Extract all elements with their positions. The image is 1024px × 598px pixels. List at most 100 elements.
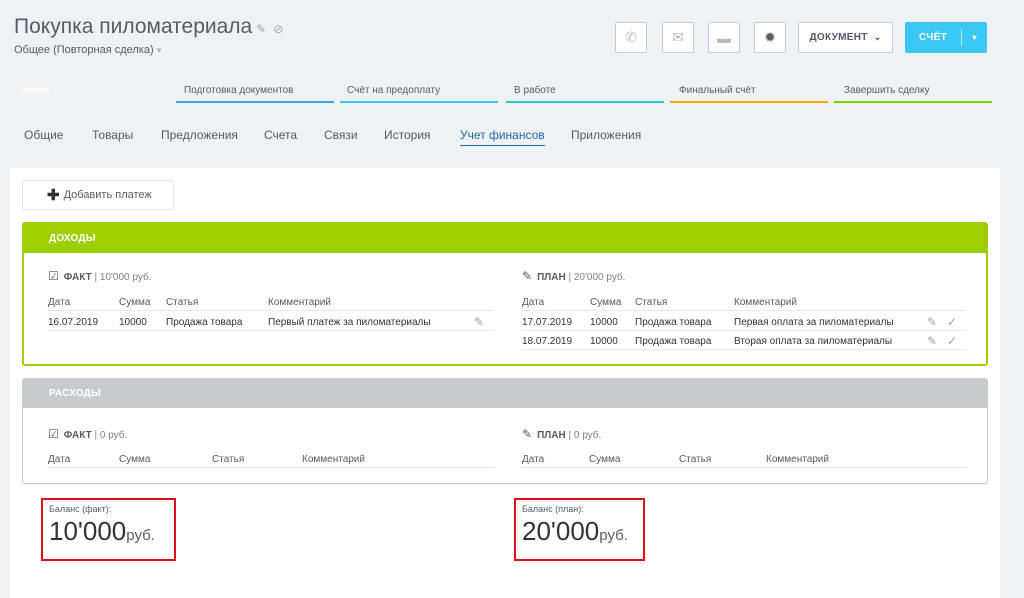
column-header: Дата — [522, 297, 545, 308]
phone-icon: ✆ — [625, 29, 637, 45]
title-actions: ✎ ⊘ — [256, 22, 283, 36]
check-icon[interactable]: ✓ — [947, 315, 957, 329]
table-cell: 10000 — [590, 336, 618, 347]
divider — [522, 349, 966, 350]
balance-plan: Баланс (план): 20'000руб. — [514, 498, 645, 561]
column-header: Комментарий — [268, 297, 331, 308]
expense-title: РАСХОДЫ — [23, 379, 987, 408]
column-header: Дата — [48, 297, 71, 308]
balance-fact-label: Баланс (факт): — [49, 504, 112, 514]
stage-label: Счёт на предоплату — [347, 85, 441, 96]
tab-finance[interactable]: Учет финансов — [460, 128, 545, 146]
table-cell: 10000 — [119, 317, 147, 328]
column-header: Статья — [212, 454, 245, 465]
fact-label: ФАКТ — [63, 430, 92, 441]
document-button-label: ДОКУМЕНТ — [809, 32, 868, 43]
edit-icon: ✎ — [522, 427, 533, 441]
tab-offers[interactable]: Предложения — [161, 128, 238, 142]
deal-category-label: Общее (Повторная сделка) — [14, 44, 154, 56]
table-cell: Продажа товара — [166, 317, 243, 328]
plus-icon: ✚ — [47, 187, 60, 204]
stage-label: Завершить сделку — [844, 85, 930, 96]
settings-button[interactable]: ✹ — [754, 22, 786, 53]
expense-fact-header: ☑ ФАКТ | 0 руб. — [48, 427, 128, 441]
mail-icon: ✉ — [672, 29, 684, 45]
balance-currency: руб. — [126, 527, 155, 544]
plan-amount: 20'000 руб. — [573, 272, 626, 283]
column-header: Дата — [522, 454, 545, 465]
table-cell: Первая оплата за пиломатериалы — [734, 317, 894, 328]
tab-invoices[interactable]: Счета — [264, 128, 297, 142]
balance-currency: руб. — [599, 527, 628, 544]
stage-close-deal[interactable]: Завершить сделку — [834, 79, 1000, 103]
table-cell: Продажа товара — [635, 317, 712, 328]
table-cell: 16.07.2019 — [48, 317, 99, 328]
fact-amount: 0 руб. — [99, 430, 128, 441]
deal-category[interactable]: Общее (Повторная сделка) ▾ — [14, 44, 161, 56]
chat-icon: ▬ — [717, 29, 731, 46]
column-header: Статья — [679, 454, 712, 465]
expense-panel: РАСХОДЫ — [22, 378, 988, 484]
chevron-down-icon[interactable]: ▾ — [962, 33, 987, 42]
income-title: ДОХОДЫ — [23, 223, 987, 253]
edit-icon: ✎ — [522, 269, 533, 283]
table-cell: Вторая оплата за пиломатериалы — [734, 336, 893, 347]
pencil-icon[interactable]: ✎ — [256, 22, 266, 36]
email-button[interactable]: ✉ — [662, 22, 694, 53]
fact-label: ФАКТ — [63, 272, 92, 283]
divider — [48, 330, 494, 331]
chevron-down-icon: ▾ — [156, 45, 162, 55]
balance-amount: 20'000 — [522, 516, 600, 546]
fact-amount: 10'000 руб. — [99, 272, 152, 283]
checkbox-icon: ☑ — [48, 269, 59, 283]
tab-attachments[interactable]: Приложения — [571, 128, 641, 142]
check-icon[interactable]: ✓ — [947, 334, 957, 348]
page-title: Покупка пиломатериала — [14, 15, 253, 38]
table-cell: 18.07.2019 — [522, 336, 573, 347]
document-button[interactable]: ДОКУМЕНТ ⌄ — [798, 22, 893, 53]
table-cell: Первый платеж за пиломатериалы — [268, 317, 431, 328]
stage-final-invoice[interactable]: Финальный счёт — [670, 79, 836, 103]
table-cell: Продажа товара — [635, 336, 712, 347]
column-header: Комментарий — [734, 297, 797, 308]
chat-button[interactable]: ▬ — [708, 22, 740, 53]
stage-docs[interactable]: Подготовка документов — [176, 79, 342, 103]
tab-history[interactable]: История — [384, 128, 431, 142]
gear-icon: ✹ — [764, 29, 776, 45]
table-cell: 10000 — [590, 317, 618, 328]
link-icon[interactable]: ⊘ — [273, 22, 283, 36]
plan-label: ПЛАН — [537, 430, 566, 441]
balance-plan-label: Баланс (план): — [522, 504, 584, 514]
column-header: Сумма — [119, 454, 151, 465]
balance-fact: Баланс (факт): 10'000руб. — [41, 498, 176, 561]
column-header: Статья — [166, 297, 199, 308]
income-fact-header: ☑ ФАКТ | 10'000 руб. — [48, 269, 152, 283]
column-header: Комментарий — [766, 454, 829, 465]
column-header: Комментарий — [302, 454, 365, 465]
divider — [522, 310, 966, 311]
column-header: Дата — [48, 454, 71, 465]
column-header: Сумма — [119, 297, 151, 308]
stage-label: В работе — [514, 85, 556, 96]
stage-prepay[interactable]: Счёт на предоплату — [340, 79, 506, 103]
plan-amount: 0 руб. — [573, 430, 602, 441]
divider — [522, 330, 966, 331]
stage-label: Подготовка документов — [184, 85, 294, 96]
add-payment-button[interactable]: ✚ Добавить платеж — [22, 180, 174, 210]
stage-label: Финальный счёт — [679, 85, 756, 96]
column-header: Сумма — [590, 297, 622, 308]
column-header: Сумма — [589, 454, 621, 465]
tab-general[interactable]: Общие — [24, 128, 63, 142]
call-button[interactable]: ✆ — [615, 22, 647, 53]
invoice-button[interactable]: СЧЁТ ▾ — [905, 22, 987, 53]
stage-label: Новая — [20, 85, 49, 96]
stage-in-progress[interactable]: В работе — [506, 79, 672, 103]
balance-fact-value: 10'000руб. — [49, 516, 155, 547]
tab-products[interactable]: Товары — [92, 128, 133, 142]
stage-new[interactable]: Новая — [12, 79, 178, 103]
pencil-icon[interactable]: ✎ — [927, 315, 937, 329]
tab-links[interactable]: Связи — [324, 128, 358, 142]
pencil-icon[interactable]: ✎ — [474, 315, 484, 329]
pencil-icon[interactable]: ✎ — [927, 334, 937, 348]
balance-amount: 10'000 — [49, 516, 127, 546]
